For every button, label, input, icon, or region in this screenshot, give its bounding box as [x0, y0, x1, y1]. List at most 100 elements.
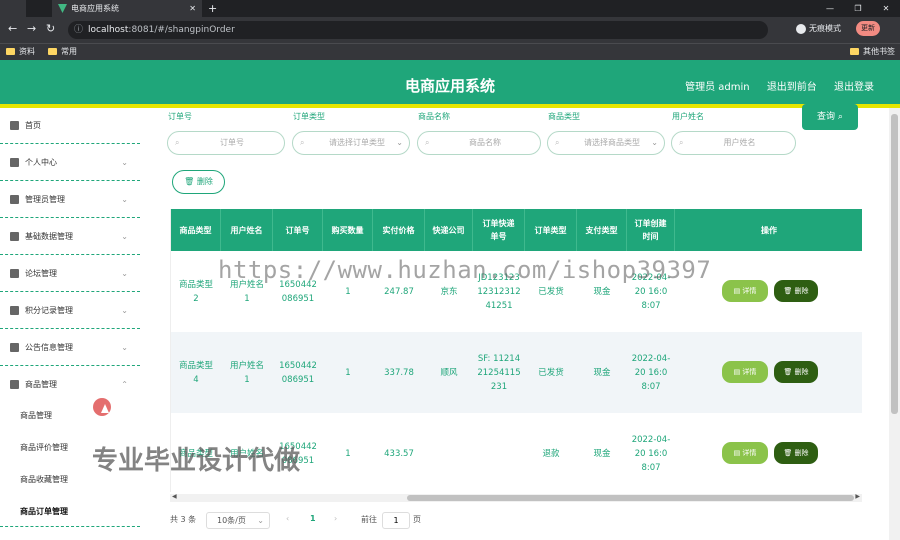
- sidebar-item-label: 首页: [25, 121, 41, 130]
- sidebar-sub-orders[interactable]: 商品订单管理: [20, 506, 68, 517]
- chevron-down-icon: ⌄: [651, 138, 658, 147]
- input-placeholder: 请选择商品类型: [584, 138, 640, 147]
- column-header: 用户姓名: [221, 209, 273, 251]
- sidebar-item-home[interactable]: 首页: [0, 108, 140, 144]
- cell-courier: 顺风: [440, 367, 458, 378]
- header-links: 管理员 admin 退出到前台 退出登录: [671, 78, 874, 93]
- query-button[interactable]: 查询 ⌕: [802, 104, 858, 130]
- search-icon: ⌕: [300, 138, 305, 147]
- cell-pay-type: 现金: [593, 448, 611, 459]
- forward-icon[interactable]: →: [27, 23, 36, 35]
- goods-type-select[interactable]: ⌕ 请选择商品类型 ⌄: [547, 131, 665, 155]
- scroll-left-icon[interactable]: ◀: [172, 493, 177, 500]
- sidebar-sub-favorites[interactable]: 商品收藏管理: [20, 474, 68, 485]
- row-delete-button[interactable]: 🗑 删除: [774, 280, 818, 302]
- input-placeholder: 用户姓名: [723, 138, 756, 147]
- scroll-right-icon[interactable]: ▶: [855, 493, 860, 500]
- minimize-button[interactable]: —: [816, 0, 844, 17]
- column-header: 商品类型: [171, 209, 221, 251]
- close-window-button[interactable]: ✕: [872, 0, 900, 17]
- cell-user-name: 用户姓名1: [229, 360, 264, 385]
- detail-button[interactable]: ▤ 详情: [722, 361, 768, 383]
- page-number-current[interactable]: 1: [310, 514, 316, 523]
- goto-page-input[interactable]: 1: [382, 512, 410, 529]
- tab-title: 电商应用系统: [71, 4, 119, 13]
- doc-icon: ▤: [733, 287, 741, 295]
- page-size-select[interactable]: 10条/页 ⌄: [206, 512, 270, 529]
- restore-button[interactable]: ❐: [844, 0, 872, 17]
- scrollbar-thumb[interactable]: [891, 114, 898, 414]
- sidebar-divider: [0, 526, 140, 527]
- bookmark-ziliao[interactable]: 资料: [6, 44, 35, 60]
- sidebar-item-forum[interactable]: 论坛管理 ⌄: [0, 256, 140, 292]
- horizontal-scrollbar[interactable]: ◀ ▶: [170, 493, 862, 502]
- back-icon[interactable]: ←: [8, 23, 17, 35]
- filter-label-goods-type: 商品类型: [548, 112, 580, 121]
- new-tab-button[interactable]: +: [208, 0, 217, 17]
- vertical-scrollbar[interactable]: [889, 108, 900, 540]
- order-no-input[interactable]: ⌕ 订单号: [167, 131, 285, 155]
- bookmark-changyong[interactable]: 常用: [48, 44, 77, 60]
- detail-button[interactable]: ▤ 详情: [722, 442, 768, 464]
- prev-page-button[interactable]: ‹: [286, 514, 289, 523]
- goods-name-input[interactable]: ⌕ 商品名称: [417, 131, 541, 155]
- bookmark-label: 资料: [19, 47, 35, 56]
- batch-delete-button[interactable]: 🗑 删除: [172, 170, 225, 194]
- sidebar-item-profile[interactable]: 个人中心 ⌄: [0, 145, 140, 181]
- cell-created: 2022-04-20 16:08:07: [631, 434, 671, 473]
- sidebar-item-base-data[interactable]: 基础数据管理 ⌄: [0, 219, 140, 255]
- home-icon: [10, 121, 19, 130]
- search-icon: ⌕: [837, 112, 843, 122]
- cell-tracking: [473, 413, 525, 492]
- row-delete-button[interactable]: 🗑 删除: [774, 361, 818, 383]
- browser-tab-inactive[interactable]: [0, 0, 26, 17]
- cell-pay-type: 现金: [593, 367, 611, 378]
- url-watermark: https://www.huzhan.com/ishop39397: [218, 256, 712, 284]
- order-type-select[interactable]: ⌕ 请选择订单类型 ⌄: [292, 131, 410, 155]
- update-button[interactable]: 更新: [856, 21, 880, 36]
- cell-order-type: 退款: [542, 448, 560, 459]
- incognito-profile[interactable]: 无痕模式: [796, 21, 841, 37]
- cell-price: 337.78: [384, 367, 414, 378]
- back-to-frontend-link[interactable]: 退出到前台: [767, 82, 817, 93]
- folder-icon: [48, 48, 57, 55]
- column-header: 订单号: [273, 209, 323, 251]
- page-suffix: 页: [413, 515, 421, 524]
- column-header: 订单类型: [525, 209, 577, 251]
- sliders-icon: [10, 195, 19, 204]
- cell-goods-type: 商品类型2: [179, 279, 214, 304]
- site-info-icon[interactable]: ⓘ: [74, 21, 83, 39]
- data-icon: [10, 232, 19, 241]
- chevron-down-icon: ⌄: [121, 269, 128, 278]
- sidebar-item-notice[interactable]: 公告信息管理 ⌄: [0, 330, 140, 366]
- pager-total: 共 3 条: [170, 515, 197, 524]
- sidebar-item-points[interactable]: 积分记录管理 ⌄: [0, 293, 140, 329]
- logout-link[interactable]: 退出登录: [834, 82, 874, 93]
- app-header: 电商应用系统 管理员 admin 退出到前台 退出登录: [0, 60, 900, 108]
- vue-logo-icon: [58, 4, 67, 13]
- cell-order-no: 1650442086951: [279, 360, 317, 385]
- row-delete-button[interactable]: 🗑 删除: [774, 442, 818, 464]
- close-tab-icon[interactable]: ✕: [189, 0, 196, 17]
- reload-icon[interactable]: ↻: [46, 23, 55, 35]
- delete-label: 删除: [196, 177, 213, 186]
- folder-icon: [6, 48, 15, 55]
- search-icon: ⌕: [679, 138, 684, 147]
- detail-button[interactable]: ▤ 详情: [722, 280, 768, 302]
- sidebar-sub-reviews[interactable]: 商品评价管理: [20, 442, 68, 453]
- sidebar-sub-goods[interactable]: 商品管理: [20, 410, 52, 421]
- pin-icon: [10, 343, 19, 352]
- browser-tab-active[interactable]: 电商应用系统 ✕: [52, 0, 202, 17]
- sidebar-item-label: 公告信息管理: [25, 343, 73, 352]
- url-input[interactable]: ⓘ localhost:8081/#/shangpinOrder: [68, 21, 768, 39]
- user-name-input[interactable]: ⌕ 用户姓名: [671, 131, 796, 155]
- sidebar-item-goods[interactable]: 商品管理 ⌃: [0, 367, 140, 403]
- scrollbar-thumb[interactable]: [407, 495, 854, 501]
- row-delete-label: 删除: [794, 287, 809, 295]
- sidebar-item-admin[interactable]: 管理员管理 ⌄: [0, 182, 140, 218]
- profile-label: 无痕模式: [809, 24, 841, 33]
- cell-qty: 1: [345, 448, 351, 459]
- next-page-button[interactable]: ›: [334, 514, 337, 523]
- filter-label-order-no: 订单号: [168, 112, 192, 121]
- bookmark-other[interactable]: 其他书签: [850, 44, 895, 60]
